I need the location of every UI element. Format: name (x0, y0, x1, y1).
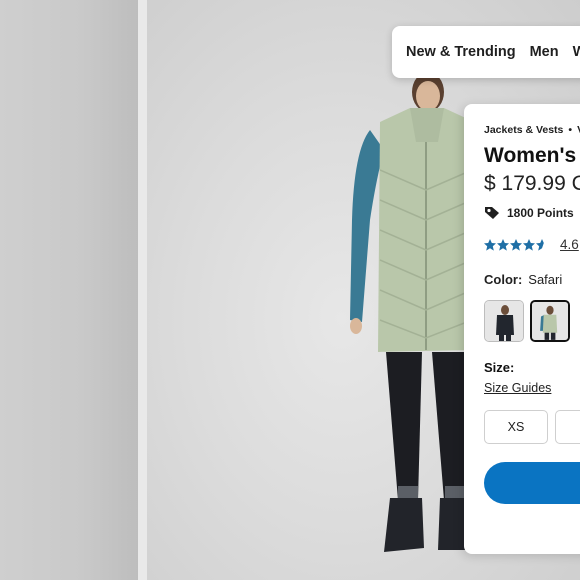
nav-women[interactable]: Wo (573, 44, 580, 60)
rating-value[interactable]: 4.6 (560, 237, 579, 252)
color-swatch-black[interactable] (484, 300, 524, 342)
breadcrumb-separator: • (568, 124, 573, 136)
product-price: $ 179.99 C (484, 172, 580, 195)
size-label: Size: (484, 360, 515, 375)
color-value: Safari (528, 272, 563, 287)
product-details-panel: Jackets & Vests•V Women's J $ 179.99 C 1… (464, 104, 580, 554)
product-model-image (350, 72, 473, 552)
swatch-safari-image (532, 302, 568, 340)
color-swatch-safari[interactable] (530, 300, 570, 342)
gallery-divider (138, 0, 147, 580)
color-selector-label: Color: Safari (484, 272, 562, 287)
product-rating[interactable]: 4.6 (484, 237, 579, 252)
size-option-xs[interactable]: XS (484, 410, 548, 444)
rating-stars-icon (484, 238, 544, 251)
nav-new-trending[interactable]: New & Trending (406, 44, 516, 60)
points-text: 1800 Points (507, 206, 574, 220)
product-title: Women's J (484, 144, 580, 167)
size-guides-link[interactable]: Size Guides (484, 381, 551, 395)
add-to-cart-button[interactable] (484, 462, 580, 504)
nav-men[interactable]: Men (530, 44, 559, 60)
top-navigation: New & Trending Men Wo (392, 26, 580, 78)
size-option-next[interactable] (555, 410, 580, 444)
color-label: Color: (484, 272, 523, 287)
reward-points: 1800 Points (484, 206, 574, 220)
swatch-black-image (485, 301, 523, 341)
tag-icon (485, 207, 499, 219)
breadcrumb: Jackets & Vests•V (484, 124, 580, 136)
breadcrumb-jackets-vests[interactable]: Jackets & Vests (484, 124, 563, 136)
gallery-thumbnail-background (0, 0, 138, 580)
